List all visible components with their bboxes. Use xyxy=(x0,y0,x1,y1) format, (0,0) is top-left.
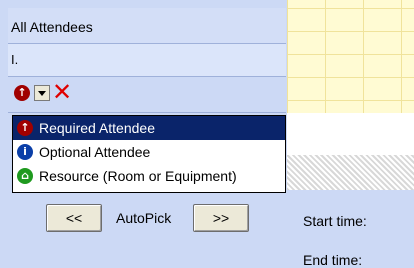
autopick-label: AutoPick xyxy=(116,210,172,226)
optional-attendee-icon: i xyxy=(17,144,33,160)
free-busy-empty-row xyxy=(287,113,414,155)
end-time-label: End time: xyxy=(303,252,363,268)
remove-attendee-icon[interactable]: ✕ xyxy=(52,80,76,104)
required-attendee-icon: ↑ xyxy=(17,120,33,136)
autopick-previous-button[interactable]: << xyxy=(46,204,102,232)
autopick-next-button[interactable]: >> xyxy=(193,204,249,232)
menu-item-required-attendee[interactable]: ↑ Required Attendee xyxy=(13,116,285,140)
menu-item-label: Optional Attendee xyxy=(39,144,151,160)
new-attendee-row[interactable]: ↑ ✕ xyxy=(8,77,286,113)
attendee-row[interactable]: I. xyxy=(8,44,286,77)
menu-item-resource[interactable]: ⌂ Resource (Room or Equipment) xyxy=(13,164,285,188)
attendee-name[interactable]: I. xyxy=(11,52,18,67)
resource-icon: ⌂ xyxy=(17,168,33,184)
attendee-type-menu: ↑ Required Attendee i Optional Attendee … xyxy=(12,115,286,193)
all-attendees-header: All Attendees xyxy=(8,8,286,44)
free-busy-hatched-area xyxy=(287,155,414,190)
menu-item-optional-attendee[interactable]: i Optional Attendee xyxy=(13,140,285,164)
required-attendee-icon[interactable]: ↑ xyxy=(14,85,30,101)
menu-item-label: Required Attendee xyxy=(39,120,155,136)
start-time-label: Start time: xyxy=(303,213,367,229)
menu-item-label: Resource (Room or Equipment) xyxy=(39,168,237,184)
attendee-type-dropdown-button[interactable] xyxy=(34,85,50,101)
